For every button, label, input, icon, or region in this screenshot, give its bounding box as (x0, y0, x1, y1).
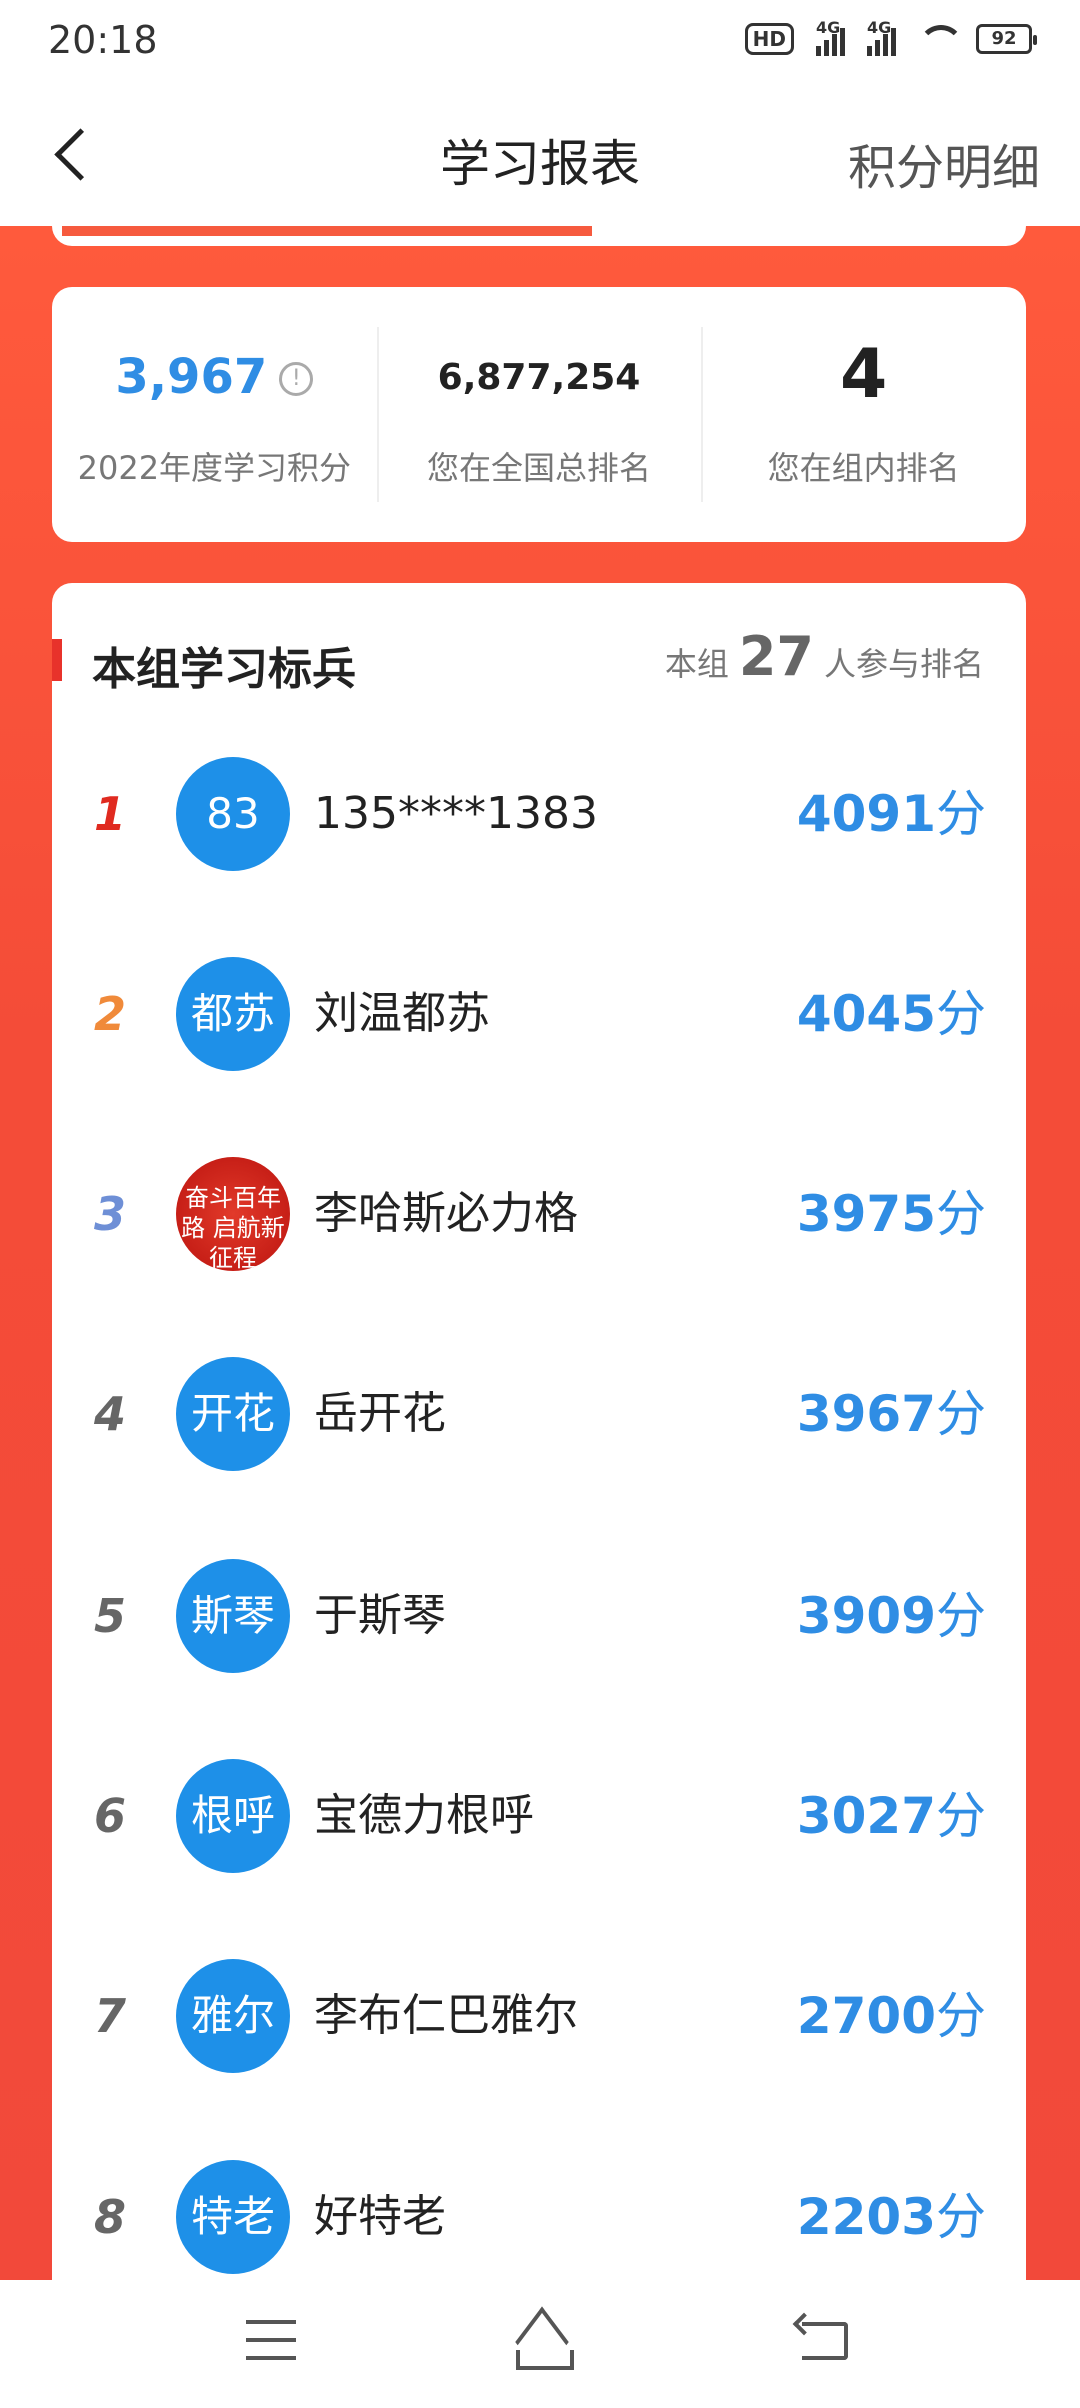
rank-number: 7 (94, 1989, 127, 2043)
stat-group-rank: 4 您在组内排名 (701, 287, 1026, 542)
member-name: 李布仁巴雅尔 (314, 1990, 578, 2041)
ranking-row[interactable]: 1 83 135****1383 4091分 (52, 714, 1026, 914)
avatar-image: 奋斗百年路 启航新征程 (176, 1157, 290, 1271)
signal-icon: 4G (816, 18, 845, 56)
ranking-row[interactable]: 4 开花 岳开花 3967分 (52, 1314, 1026, 1514)
member-score: 3027分 (796, 1787, 986, 1845)
ranking-row[interactable]: 3 奋斗百年路 启航新征程 李哈斯必力格 3975分 (52, 1114, 1026, 1314)
battery-icon: 92 (976, 24, 1037, 54)
participant-count-text: 本组 27 人参与排名 (664, 625, 984, 688)
signal-icon: 4G (867, 18, 896, 56)
points-detail-link[interactable]: 积分明细 (848, 128, 1040, 198)
member-name: 刘温都苏 (314, 988, 490, 1039)
member-name: 135****1383 (314, 788, 598, 839)
progress-bar-fill (62, 226, 592, 236)
ranking-row[interactable]: 7 雅尔 李布仁巴雅尔 2700分 (52, 1916, 1026, 2116)
rank-number: 5 (94, 1589, 127, 1643)
member-name: 于斯琴 (314, 1590, 446, 1641)
member-score: 4045分 (796, 985, 986, 1043)
wifi-icon (918, 25, 964, 53)
avatar: 斯琴 (176, 1559, 290, 1673)
status-icons: HD 4G 4G 92 (744, 18, 1037, 56)
hd-icon: HD (744, 23, 794, 55)
group-rank-label: 您在组内排名 (767, 449, 960, 487)
stat-national-rank: 6,877,254 您在全国总排名 (376, 287, 702, 542)
stats-card: 3,967! 2022年度学习积分 6,877,254 您在全国总排名 4 您在… (52, 287, 1026, 542)
member-score: 3967分 (796, 1385, 986, 1443)
avatar: 83 (176, 757, 290, 871)
avatar: 特老 (176, 2160, 290, 2274)
member-score: 3909分 (796, 1587, 986, 1645)
rank-number: 6 (94, 1789, 127, 1843)
section-accent-bar (52, 639, 62, 681)
menu-icon[interactable] (246, 2320, 296, 2360)
avatar: 都苏 (176, 957, 290, 1071)
home-icon[interactable] (508, 2310, 574, 2370)
rank-number: 1 (94, 787, 127, 841)
status-bar: 20:18 HD 4G 4G 92 (0, 0, 1080, 84)
avatar: 雅尔 (176, 1959, 290, 2073)
member-name: 李哈斯必力格 (314, 1188, 578, 1239)
annual-points-value: 3,967! (52, 349, 377, 405)
member-score: 2700分 (796, 1987, 986, 2045)
previous-card-bottom (52, 226, 1026, 246)
rank-number: 3 (94, 1187, 127, 1241)
group-rank-value: 4 (840, 335, 888, 414)
stat-annual-points: 3,967! 2022年度学习积分 (52, 287, 377, 542)
member-score: 3975分 (796, 1185, 986, 1243)
ranking-card: 本组学习标兵 本组 27 人参与排名 1 83 135****1383 4091… (52, 583, 1026, 2343)
national-rank-label: 您在全国总排名 (427, 449, 652, 487)
member-name: 宝德力根呼 (314, 1790, 534, 1841)
system-nav-bar (0, 2280, 1080, 2408)
member-name: 岳开花 (314, 1388, 446, 1439)
member-score: 4091分 (796, 785, 986, 843)
status-time: 20:18 (48, 18, 158, 62)
national-rank-value: 6,877,254 (437, 357, 641, 398)
return-icon[interactable] (796, 2316, 848, 2360)
avatar: 开花 (176, 1357, 290, 1471)
annual-points-label: 2022年度学习积分 (77, 449, 352, 487)
ranking-row[interactable]: 6 根呼 宝德力根呼 3027分 (52, 1716, 1026, 1916)
avatar: 根呼 (176, 1759, 290, 1873)
ranking-row[interactable]: 2 都苏 刘温都苏 4045分 (52, 914, 1026, 1114)
ranking-row[interactable]: 5 斯琴 于斯琴 3909分 (52, 1516, 1026, 1716)
info-icon[interactable]: ! (279, 362, 314, 396)
ranking-header: 本组学习标兵 本组 27 人参与排名 (52, 625, 1026, 695)
nav-bar: 学习报表 积分明细 (0, 84, 1080, 226)
ranking-title: 本组学习标兵 (92, 644, 356, 695)
participant-count: 27 (738, 625, 814, 688)
rank-number: 2 (94, 987, 127, 1041)
rank-number: 4 (94, 1387, 127, 1441)
